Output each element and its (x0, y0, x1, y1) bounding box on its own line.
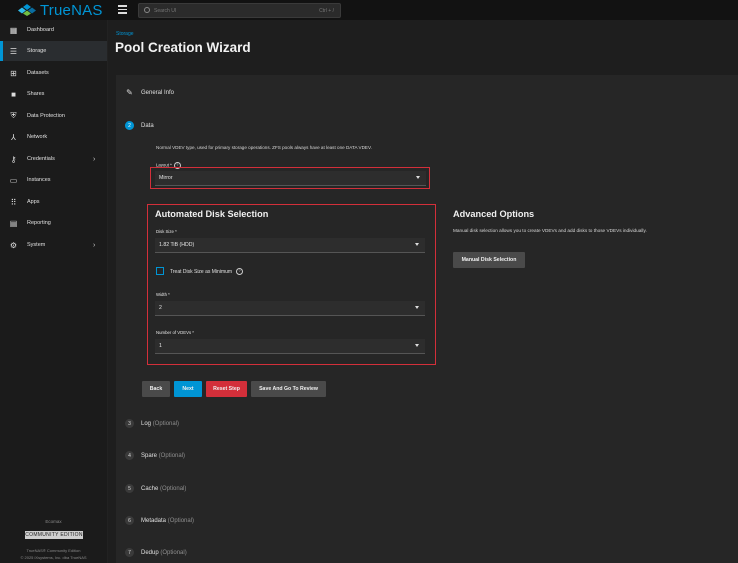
step-cache[interactable]: 5 Cache (Optional) (125, 484, 186, 493)
automated-disk-selection-title: Automated Disk Selection (155, 209, 269, 219)
sidebar-item-label: Reporting (27, 220, 51, 226)
step-label: Cache (Optional) (141, 485, 187, 492)
help-icon[interactable]: ? (236, 268, 244, 275)
back-button[interactable]: Back (142, 381, 170, 397)
step-label: Log (Optional) (141, 420, 180, 427)
step-dedup[interactable]: 7 Dedup (Optional) (125, 548, 187, 557)
sidebar-item-label: Data Protection (27, 113, 65, 119)
next-button[interactable]: Next (174, 381, 202, 397)
sidebar-item-credentials[interactable]: ⚷ Credentials › (0, 149, 107, 169)
data-step-description: Normal VDEV type, used for primary stora… (156, 145, 372, 150)
disk-size-label: Disk Size * (156, 229, 177, 234)
width-value: 2 (159, 305, 162, 311)
disk-size-select[interactable]: 1.82 TiB (HDD) (155, 238, 425, 253)
step-metadata[interactable]: 6 Metadata (Optional) (125, 516, 194, 525)
sidebar-item-label: Credentials (27, 156, 55, 162)
step-label: Data (141, 122, 154, 129)
dropdown-arrow-icon (415, 306, 419, 309)
search-icon (144, 7, 150, 13)
sidebar: ▦ Dashboard ☰ Storage ⊞ Datasets ■ Share… (0, 20, 108, 563)
monitor-icon: ▭ (9, 175, 18, 185)
advanced-options-title: Advanced Options (453, 209, 535, 219)
step-number: 4 (125, 451, 134, 460)
storage-icon: ☰ (9, 46, 18, 56)
sidebar-item-datasets[interactable]: ⊞ Datasets (0, 63, 107, 83)
truenas-logo-icon (18, 4, 36, 16)
sidebar-item-dashboard[interactable]: ▦ Dashboard (0, 20, 107, 40)
sidebar-item-label: Instances (27, 177, 51, 183)
dropdown-arrow-icon (415, 344, 419, 347)
step-number: 2 (125, 121, 134, 130)
chart-icon: ▤ (9, 218, 18, 228)
sidebar-item-network[interactable]: ⅄ Network (0, 127, 107, 147)
treat-min-checkbox[interactable] (156, 267, 164, 275)
sidebar-item-label: Storage (27, 48, 47, 54)
copyright-line-1: TrueNAS® Community Edition (26, 548, 81, 553)
breadcrumb[interactable]: Storage (116, 31, 134, 37)
advanced-options-description: Manual disk selection allows you to crea… (453, 228, 647, 233)
sidebar-item-label: System (27, 242, 46, 248)
sidebar-item-label: Apps (27, 199, 40, 205)
chevron-right-icon: › (93, 155, 96, 163)
disk-size-value: 1.82 TiB (HDD) (159, 242, 195, 248)
step-number: 7 (125, 548, 134, 557)
hostname-label: Ecomax (45, 519, 62, 524)
shield-icon: ⛨ (10, 111, 17, 120)
step-number: 6 (125, 516, 134, 525)
dropdown-arrow-icon (415, 243, 419, 246)
apps-grid-icon: ⠿ (10, 197, 17, 207)
width-label: Width * (156, 292, 170, 297)
step-label: Spare (Optional) (141, 452, 186, 459)
step-data[interactable]: 2 Data (125, 121, 154, 130)
sidebar-item-apps[interactable]: ⠿ Apps (0, 192, 107, 212)
vdevs-value: 1 (159, 343, 162, 349)
network-icon: ⅄ (11, 132, 16, 142)
step-general-info[interactable]: ✎ General Info (125, 88, 174, 97)
layout-highlight (150, 167, 430, 189)
treat-min-label[interactable]: Treat Disk Size as Minimum? (170, 268, 244, 275)
sidebar-item-label: Network (27, 134, 48, 140)
shares-icon: ■ (11, 89, 16, 99)
save-and-review-button[interactable]: Save And Go To Review (251, 381, 326, 397)
pencil-icon: ✎ (126, 88, 133, 97)
sidebar-item-label: Datasets (27, 70, 49, 76)
sidebar-item-data-protection[interactable]: ⛨ Data Protection (0, 106, 107, 126)
width-select[interactable]: 2 (155, 301, 425, 316)
sidebar-item-label: Shares (27, 91, 45, 97)
sidebar-item-reporting[interactable]: ▤ Reporting (0, 213, 107, 233)
truenas-logo[interactable]: TrueNAS (18, 1, 103, 19)
search-input[interactable]: Search UI Ctrl + / (138, 3, 341, 18)
vdevs-select[interactable]: 1 (155, 339, 425, 354)
app-name: TrueNAS (40, 1, 103, 19)
search-placeholder: Search UI (154, 8, 177, 14)
chevron-right-icon: › (93, 241, 96, 249)
step-spare[interactable]: 4 Spare (Optional) (125, 451, 185, 460)
search-shortcut: Ctrl + / (319, 8, 334, 14)
manual-disk-selection-button[interactable]: Manual Disk Selection (453, 252, 525, 268)
sidebar-item-instances[interactable]: ▭ Instances (0, 170, 107, 190)
menu-toggle-icon[interactable] (118, 5, 127, 14)
step-number: 3 (125, 419, 134, 428)
sidebar-item-shares[interactable]: ■ Shares (0, 84, 107, 104)
reset-step-button[interactable]: Reset Step (206, 381, 247, 397)
sidebar-item-system[interactable]: ⚙ System › (0, 235, 107, 255)
step-log[interactable]: 3 Log (Optional) (125, 419, 179, 428)
sidebar-item-label: Dashboard (27, 27, 54, 33)
page-title: Pool Creation Wizard (115, 40, 251, 55)
step-label: General Info (141, 89, 175, 96)
gear-icon: ⚙ (9, 240, 18, 250)
sidebar-item-storage[interactable]: ☰ Storage (0, 41, 107, 61)
step-label: Metadata (Optional) (141, 517, 195, 524)
edition-badge: COMMUNITY EDITION (25, 531, 83, 539)
copyright-line-2: © 2025 iXsystems, Inc. dba TrueNAS (20, 555, 87, 560)
step-number: 5 (125, 484, 134, 493)
key-icon: ⚷ (10, 154, 17, 164)
datasets-icon: ⊞ (10, 68, 17, 78)
top-bar: TrueNAS Search UI Ctrl + / (0, 0, 738, 20)
dashboard-icon: ▦ (9, 25, 18, 35)
step-label: Dedup (Optional) (141, 549, 187, 556)
vdevs-label: Number of VDEVs * (156, 330, 194, 335)
